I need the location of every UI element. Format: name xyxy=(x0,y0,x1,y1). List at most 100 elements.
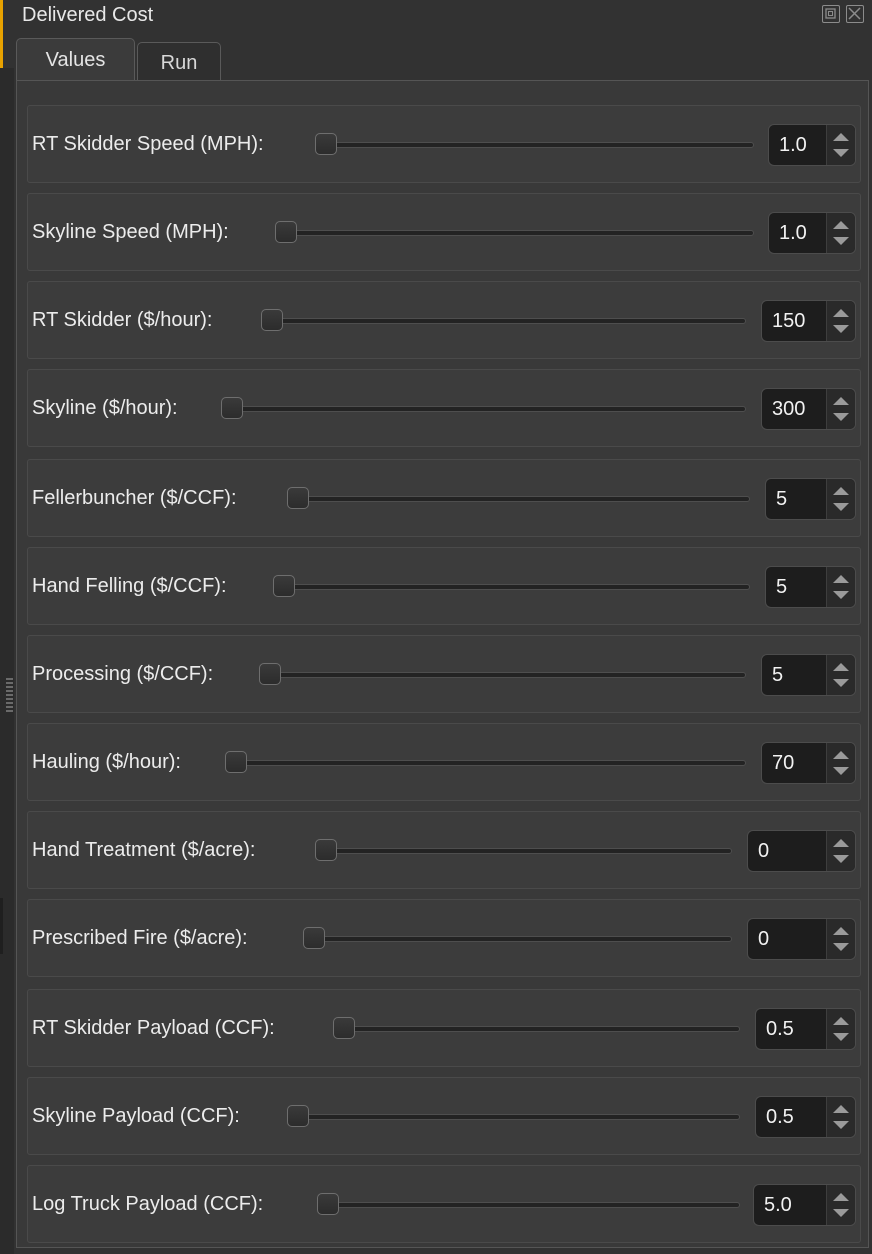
spinbox-value[interactable]: 0.5 xyxy=(766,1097,794,1137)
slider-handle[interactable] xyxy=(275,221,297,243)
value-spinbox[interactable]: 1.0 xyxy=(768,212,856,254)
chevron-up-icon[interactable] xyxy=(833,487,849,495)
spinbox-value[interactable]: 5 xyxy=(772,655,783,695)
spinbox-value[interactable]: 5 xyxy=(776,567,787,607)
spinbox-value[interactable]: 1.0 xyxy=(779,125,807,165)
spinbox-value[interactable]: 300 xyxy=(772,389,805,429)
chevron-down-icon[interactable] xyxy=(833,591,849,599)
slider-track[interactable] xyxy=(267,672,746,678)
value-spinbox[interactable]: 70 xyxy=(761,742,856,784)
float-window-icon[interactable] xyxy=(822,5,840,23)
spinbox-arrows xyxy=(826,1097,855,1137)
value-spinbox[interactable]: 5 xyxy=(765,478,856,520)
slider-track[interactable] xyxy=(341,1026,740,1032)
chevron-down-icon[interactable] xyxy=(833,1033,849,1041)
slider-track[interactable] xyxy=(281,584,750,590)
chevron-up-icon[interactable] xyxy=(833,575,849,583)
slider-handle[interactable] xyxy=(221,397,243,419)
spinbox-value[interactable]: 5.0 xyxy=(764,1185,792,1225)
slider-track[interactable] xyxy=(295,496,750,502)
title-bar: Delivered Cost xyxy=(14,0,872,32)
slider-track[interactable] xyxy=(269,318,746,324)
spinbox-arrows xyxy=(826,743,855,783)
value-spinbox[interactable]: 0.5 xyxy=(755,1096,856,1138)
slider-track[interactable] xyxy=(323,848,732,854)
chevron-down-icon[interactable] xyxy=(833,149,849,157)
chevron-up-icon[interactable] xyxy=(833,1017,849,1025)
spinbox-value[interactable]: 0 xyxy=(758,919,769,959)
chevron-down-icon[interactable] xyxy=(833,325,849,333)
chevron-up-icon[interactable] xyxy=(833,221,849,229)
tab-values[interactable]: Values xyxy=(16,38,135,84)
value-spinbox[interactable]: 1.0 xyxy=(768,124,856,166)
spinbox-value[interactable]: 0.5 xyxy=(766,1009,794,1049)
slider-handle[interactable] xyxy=(225,751,247,773)
slider-track[interactable] xyxy=(283,230,754,236)
slider-handle[interactable] xyxy=(287,487,309,509)
field-row: Log Truck Payload (CCF): 5.0 xyxy=(27,1165,861,1243)
value-spinbox[interactable]: 300 xyxy=(761,388,856,430)
resize-grip-icon[interactable] xyxy=(6,678,13,714)
chevron-down-icon[interactable] xyxy=(833,943,849,951)
chevron-up-icon[interactable] xyxy=(833,1193,849,1201)
field-label: Hand Treatment ($/acre): xyxy=(32,839,256,861)
field-row: Hauling ($/hour): 70 xyxy=(27,723,861,801)
field-row: Hand Felling ($/CCF): 5 xyxy=(27,547,861,625)
value-spinbox[interactable]: 0 xyxy=(747,918,856,960)
chevron-down-icon[interactable] xyxy=(833,855,849,863)
value-spinbox[interactable]: 0.5 xyxy=(755,1008,856,1050)
spinbox-value[interactable]: 1.0 xyxy=(779,213,807,253)
slider-handle[interactable] xyxy=(273,575,295,597)
chevron-up-icon[interactable] xyxy=(833,397,849,405)
field-row: Skyline Payload (CCF): 0.5 xyxy=(27,1077,861,1155)
slider-handle[interactable] xyxy=(315,839,337,861)
field-label: Hand Felling ($/CCF): xyxy=(32,575,227,597)
slider-track[interactable] xyxy=(295,1114,740,1120)
slider-track[interactable] xyxy=(233,760,746,766)
slider-handle[interactable] xyxy=(317,1193,339,1215)
chevron-down-icon[interactable] xyxy=(833,767,849,775)
chevron-down-icon[interactable] xyxy=(833,413,849,421)
chevron-up-icon[interactable] xyxy=(833,751,849,759)
spinbox-value[interactable]: 0 xyxy=(758,831,769,871)
slider-handle[interactable] xyxy=(315,133,337,155)
slider-handle[interactable] xyxy=(261,309,283,331)
chevron-down-icon[interactable] xyxy=(833,1121,849,1129)
chevron-up-icon[interactable] xyxy=(833,133,849,141)
chevron-down-icon[interactable] xyxy=(833,679,849,687)
spinbox-value[interactable]: 70 xyxy=(772,743,794,783)
chevron-down-icon[interactable] xyxy=(833,1209,849,1217)
field-label: RT Skidder ($/hour): xyxy=(32,309,213,331)
field-label: RT Skidder Speed (MPH): xyxy=(32,133,264,155)
value-spinbox[interactable]: 5 xyxy=(761,654,856,696)
value-spinbox[interactable]: 150 xyxy=(761,300,856,342)
chevron-up-icon[interactable] xyxy=(833,309,849,317)
slider-track[interactable] xyxy=(229,406,746,412)
slider-handle[interactable] xyxy=(287,1105,309,1127)
field-label: Prescribed Fire ($/acre): xyxy=(32,927,248,949)
tab-run[interactable]: Run xyxy=(137,42,221,82)
chevron-up-icon[interactable] xyxy=(833,1105,849,1113)
value-spinbox[interactable]: 5 xyxy=(765,566,856,608)
field-label: Processing ($/CCF): xyxy=(32,663,214,685)
spinbox-arrows xyxy=(826,389,855,429)
slider-track[interactable] xyxy=(311,936,732,942)
field-row: RT Skidder Speed (MPH): 1.0 xyxy=(27,105,861,183)
chevron-down-icon[interactable] xyxy=(833,237,849,245)
slider-handle[interactable] xyxy=(333,1017,355,1039)
spinbox-value[interactable]: 150 xyxy=(772,301,805,341)
field-row: Skyline Speed (MPH): 1.0 xyxy=(27,193,861,271)
value-spinbox[interactable]: 5.0 xyxy=(753,1184,856,1226)
chevron-up-icon[interactable] xyxy=(833,839,849,847)
chevron-down-icon[interactable] xyxy=(833,503,849,511)
chevron-up-icon[interactable] xyxy=(833,927,849,935)
window-title: Delivered Cost xyxy=(22,4,154,26)
slider-handle[interactable] xyxy=(259,663,281,685)
slider-handle[interactable] xyxy=(303,927,325,949)
slider-track[interactable] xyxy=(325,1202,740,1208)
close-icon[interactable] xyxy=(846,5,864,23)
value-spinbox[interactable]: 0 xyxy=(747,830,856,872)
chevron-up-icon[interactable] xyxy=(833,663,849,671)
spinbox-value[interactable]: 5 xyxy=(776,479,787,519)
slider-track[interactable] xyxy=(323,142,754,148)
